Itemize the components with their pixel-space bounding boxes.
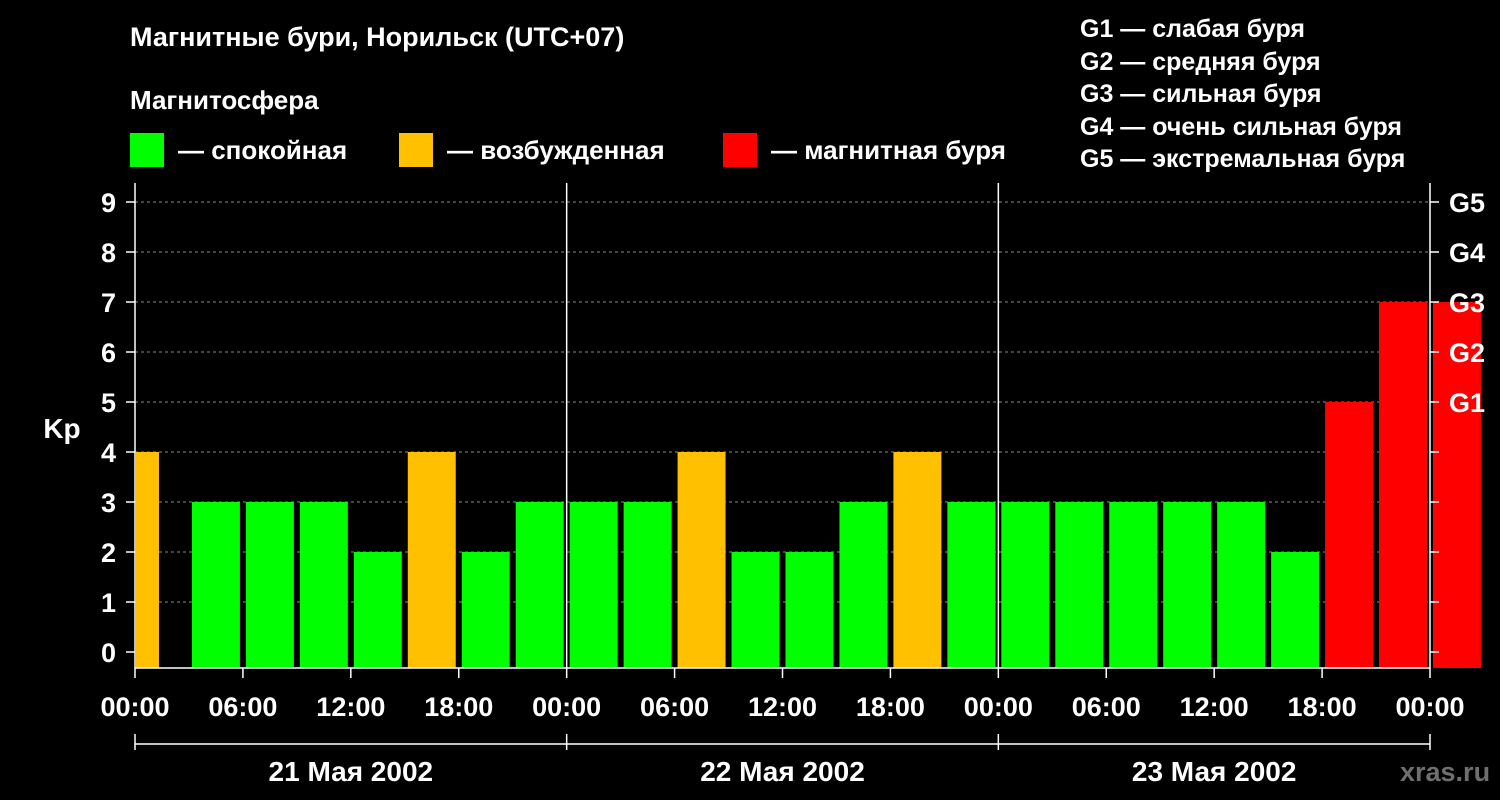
x-tick-label: 12:00 <box>748 692 817 722</box>
watermark: xras.ru <box>1400 757 1491 787</box>
kp-bar <box>569 502 618 668</box>
kp-bar <box>299 502 348 668</box>
kp-bar <box>947 502 996 668</box>
y-tick-label: 3 <box>101 488 116 518</box>
kp-bar <box>1163 502 1212 668</box>
storm-level-label: G1 <box>1449 388 1485 418</box>
kp-bar <box>1325 402 1374 668</box>
x-tick-label: 00:00 <box>100 692 169 722</box>
y-tick-label: 6 <box>101 338 116 368</box>
x-tick-label: 06:00 <box>1072 692 1141 722</box>
y-tick-label: 5 <box>101 388 116 418</box>
kp-bar <box>515 502 564 668</box>
x-tick-label: 18:00 <box>856 692 925 722</box>
kp-bar <box>893 452 942 668</box>
kp-bar <box>1271 552 1320 668</box>
y-axis-label: Kp <box>43 413 80 444</box>
kp-bar <box>1055 502 1104 668</box>
kp-bar <box>245 502 294 668</box>
x-tick-label: 12:00 <box>316 692 385 722</box>
kp-bar <box>407 452 456 668</box>
x-tick-label: 18:00 <box>1288 692 1357 722</box>
y-tick-label: 9 <box>101 188 116 218</box>
x-tick-label: 00:00 <box>964 692 1033 722</box>
x-tick-label: 00:00 <box>1395 692 1464 722</box>
y-tick-label: 4 <box>101 438 116 468</box>
kp-bar <box>839 502 888 668</box>
storm-level-label: G5 <box>1449 188 1485 218</box>
x-tick-label: 06:00 <box>640 692 709 722</box>
y-tick-label: 0 <box>101 638 116 668</box>
kp-bar <box>353 552 402 668</box>
x-tick-label: 18:00 <box>424 692 493 722</box>
kp-bar <box>1109 502 1158 668</box>
x-tick-label: 06:00 <box>208 692 277 722</box>
y-tick-label: 1 <box>101 588 116 618</box>
kp-bar <box>461 552 510 668</box>
storm-level-label: G2 <box>1449 338 1485 368</box>
x-tick-label: 12:00 <box>1180 692 1249 722</box>
y-tick-label: 7 <box>101 288 116 318</box>
y-tick-label: 8 <box>101 238 116 268</box>
storm-level-label: G3 <box>1449 288 1485 318</box>
kp-bar <box>1217 502 1266 668</box>
kp-bar <box>677 452 726 668</box>
date-label: 23 Мая 2002 <box>1132 756 1297 787</box>
kp-bar <box>1379 302 1427 668</box>
kp-bar <box>731 552 780 668</box>
kp-bar <box>1001 502 1050 668</box>
date-label: 22 Мая 2002 <box>700 756 865 787</box>
kp-bar <box>136 452 159 668</box>
y-tick-label: 2 <box>101 538 116 568</box>
storm-level-label: G4 <box>1449 238 1485 268</box>
x-tick-label: 00:00 <box>532 692 601 722</box>
kp-bar <box>785 552 834 668</box>
kp-bar <box>191 502 240 668</box>
kp-bar-chart: Kp 0 1 2 3 4 5 6 7 8 9 G1 G2 G3 G4 G5 00:00 06:00 12:00 18… <box>43 183 1485 787</box>
kp-bar <box>623 502 672 668</box>
date-label: 21 Мая 2002 <box>269 756 434 787</box>
